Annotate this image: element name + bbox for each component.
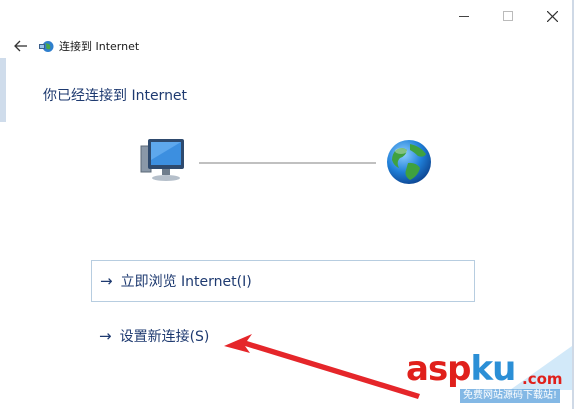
watermark-logo: aspku xyxy=(406,349,516,389)
watermark-subtext: 免费网站源码下载站! xyxy=(460,389,561,403)
red-arrow-icon xyxy=(224,334,420,399)
connect-to-internet-window: 连接到 Internet 你已经连接到 Internet → 立即浏览 Inte… xyxy=(0,0,574,409)
site-watermark: aspku .com 免费网站源码下载站! xyxy=(398,342,574,409)
watermark-domain: .com xyxy=(522,370,563,388)
